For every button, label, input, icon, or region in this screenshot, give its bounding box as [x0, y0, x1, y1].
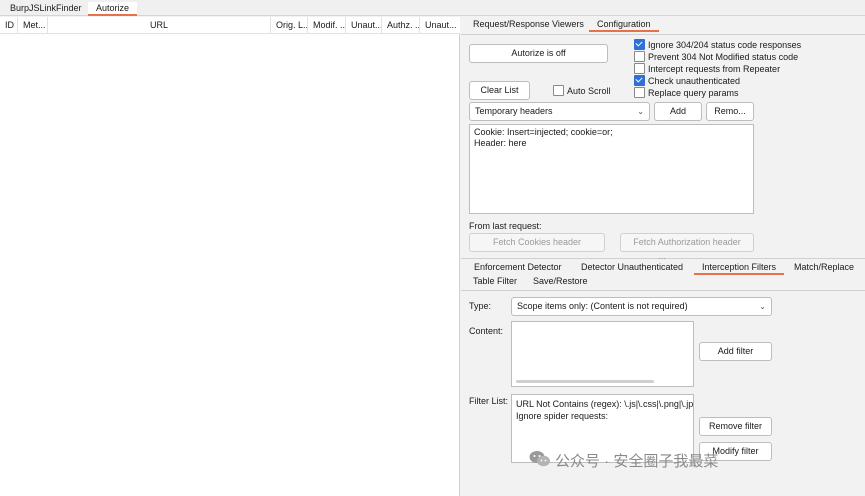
tab-configuration[interactable]: Configuration: [589, 18, 659, 32]
option-check-unauthenticated[interactable]: Check unauthenticated: [634, 75, 864, 87]
option-label: Prevent 304 Not Modified status code: [648, 52, 799, 62]
fetch-cookies-header-button[interactable]: Fetch Cookies header: [469, 233, 605, 252]
auto-scroll-label: Auto Scroll: [567, 86, 611, 96]
headers-select-value: Temporary headers: [475, 106, 553, 116]
auto-scroll-checkbox[interactable]: Auto Scroll: [553, 85, 611, 97]
from-last-request-label: From last request:: [469, 221, 542, 231]
tab-detector-unauthenticated[interactable]: Detector Unauthenticated: [573, 261, 691, 275]
option-label: Ignore 304/204 status code responses: [648, 40, 802, 50]
headers-select[interactable]: Temporary headers ⌄: [469, 102, 650, 121]
filter-list-label: Filter List:: [469, 396, 509, 406]
list-item[interactable]: URL Not Contains (regex): \.js|\.css|\.p…: [516, 398, 693, 410]
checkbox-icon[interactable]: [634, 75, 645, 86]
headers-textarea[interactable]: Cookie: Insert=injected; cookie=or; Head…: [469, 124, 754, 214]
tab-enforcement-detector[interactable]: Enforcement Detector: [466, 261, 570, 275]
option-replace-query-params[interactable]: Replace query params: [634, 87, 864, 99]
tab-request-response-viewers[interactable]: Request/Response Viewers: [465, 18, 592, 32]
tab-table-filter[interactable]: Table Filter: [465, 275, 525, 289]
remove-header-button[interactable]: Remo...: [706, 102, 754, 121]
column-header-id[interactable]: ID: [0, 17, 18, 34]
column-header-unauth-len[interactable]: Unaut...: [346, 17, 382, 34]
type-label: Type:: [469, 301, 492, 311]
checkbox-icon[interactable]: [553, 85, 564, 96]
watermark-text: 公众号 · 安全圈子我最菜: [555, 453, 719, 470]
option-ignore-304-204[interactable]: Ignore 304/204 status code responses: [634, 39, 864, 51]
tab-save-restore[interactable]: Save/Restore: [525, 275, 596, 289]
tab-interception-filters[interactable]: Interception Filters: [694, 261, 785, 275]
fetch-authorization-header-button[interactable]: Fetch Authorization header: [620, 233, 754, 252]
options-checkbox-group: Ignore 304/204 status code responses Pre…: [634, 39, 864, 99]
option-label: Check unauthenticated: [648, 76, 741, 86]
top-tab-bar: BurpJSLinkFinder Autorize: [0, 0, 865, 16]
table-header: ID Met... URL Orig. L... Modif. ... Unau…: [0, 17, 460, 34]
checkbox-icon[interactable]: [634, 87, 645, 98]
checkbox-icon[interactable]: [634, 63, 645, 74]
results-table: ID Met... URL Orig. L... Modif. ... Unau…: [0, 17, 460, 496]
bottom-tab-divider: [461, 290, 865, 291]
headers-text-line: Header: here: [474, 138, 527, 148]
wechat-logo-icon: [529, 450, 551, 468]
tab-match-replace[interactable]: Match/Replace: [786, 261, 862, 275]
filter-type-value: Scope items only: (Content is not requir…: [517, 301, 688, 311]
filter-content-textarea[interactable]: [511, 321, 694, 387]
tab-divider: [461, 34, 865, 35]
column-header-url[interactable]: URL: [48, 17, 271, 34]
add-filter-button[interactable]: Add filter: [699, 342, 772, 361]
list-item[interactable]: Ignore spider requests:: [516, 410, 689, 422]
headers-text-line: Cookie: Insert=injected; cookie=or;: [474, 127, 613, 137]
chevron-down-icon: ⌄: [637, 107, 644, 116]
autorize-toggle-button[interactable]: Autorize is off: [469, 44, 608, 63]
column-header-modif-len[interactable]: Modif. ...: [308, 17, 346, 34]
add-header-button[interactable]: Add: [654, 102, 702, 121]
column-header-orig-len[interactable]: Orig. L...: [271, 17, 308, 34]
column-header-authz-status[interactable]: Authz. ...: [382, 17, 420, 34]
tab-autorize[interactable]: Autorize: [88, 2, 138, 16]
column-header-method[interactable]: Met...: [18, 17, 48, 34]
right-panel: Request/Response Viewers Configuration A…: [461, 17, 865, 496]
content-label: Content:: [469, 326, 504, 336]
column-header-unauth-status[interactable]: Unaut...: [420, 17, 460, 34]
tab-burpjslinkfinder[interactable]: BurpJSLinkFinder: [2, 2, 90, 16]
horizontal-scrollbar[interactable]: [516, 380, 654, 383]
option-intercept-repeater[interactable]: Intercept requests from Repeater: [634, 63, 864, 75]
option-label: Intercept requests from Repeater: [648, 64, 781, 74]
clear-list-button[interactable]: Clear List: [469, 81, 530, 100]
chevron-down-icon: ⌄: [759, 302, 766, 311]
checkbox-icon[interactable]: [634, 39, 645, 50]
option-label: Replace query params: [648, 88, 739, 98]
filter-type-select[interactable]: Scope items only: (Content is not requir…: [511, 297, 772, 316]
remove-filter-button[interactable]: Remove filter: [699, 417, 772, 436]
checkbox-icon[interactable]: [634, 51, 645, 62]
option-prevent-304[interactable]: Prevent 304 Not Modified status code: [634, 51, 864, 63]
